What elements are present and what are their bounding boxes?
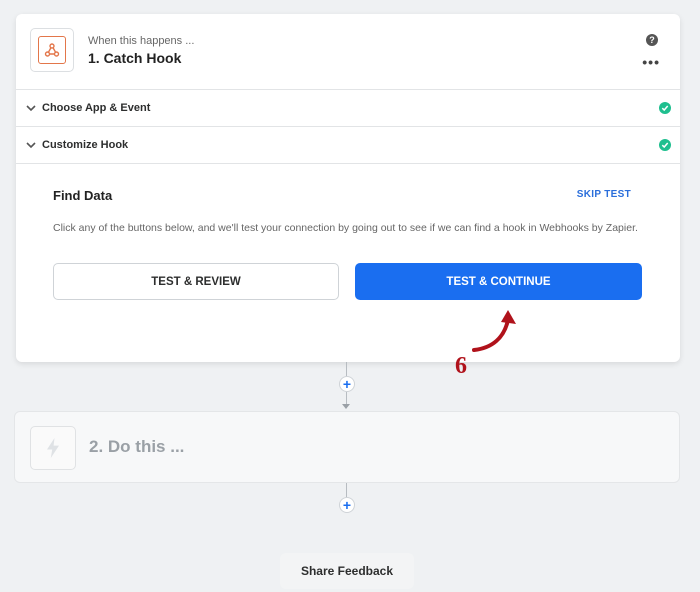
action-icon-container (30, 426, 76, 470)
skip-test-link[interactable]: SKIP TEST (577, 189, 631, 200)
lightning-icon (47, 438, 59, 458)
step-connector-line (346, 362, 347, 376)
trigger-step-header[interactable]: When this happens ... 1. Catch Hook ? ••… (16, 14, 680, 90)
arrow-down-icon (342, 404, 350, 409)
trigger-title: 1. Catch Hook (88, 50, 182, 66)
add-step-button[interactable]: + (339, 497, 355, 513)
check-circle-icon (659, 139, 671, 151)
webhooks-icon (38, 36, 66, 64)
test-continue-button[interactable]: TEST & CONTINUE (355, 263, 642, 300)
trigger-step-card: When this happens ... 1. Catch Hook ? ••… (16, 14, 680, 362)
check-circle-icon (659, 102, 671, 114)
find-data-description: Click any of the buttons below, and we'l… (53, 222, 638, 234)
chevron-down-icon (24, 101, 38, 115)
step-connector-line (346, 392, 347, 404)
section-choose-app-event[interactable]: Choose App & Event (16, 90, 680, 127)
help-icon[interactable]: ? (646, 34, 658, 46)
find-data-title: Find Data (53, 188, 113, 203)
test-review-button[interactable]: TEST & REVIEW (53, 263, 339, 300)
section-customize-hook[interactable]: Customize Hook (16, 127, 680, 164)
section-label: Customize Hook (42, 139, 129, 151)
annotation-step-number: 6 (455, 353, 467, 379)
add-step-button[interactable]: + (339, 376, 355, 392)
annotation-arrow-icon (472, 310, 516, 352)
action-title: 2. Do this ... (89, 437, 185, 456)
section-label: Choose App & Event (42, 102, 151, 114)
action-step-card[interactable]: 2. Do this ... (14, 411, 680, 483)
share-feedback-button[interactable]: Share Feedback (280, 553, 414, 589)
step-connector-line (346, 483, 347, 497)
more-options-icon[interactable]: ••• (642, 55, 660, 69)
trigger-subtitle: When this happens ... (88, 35, 195, 47)
app-icon-container (30, 28, 74, 72)
chevron-down-icon (24, 138, 38, 152)
